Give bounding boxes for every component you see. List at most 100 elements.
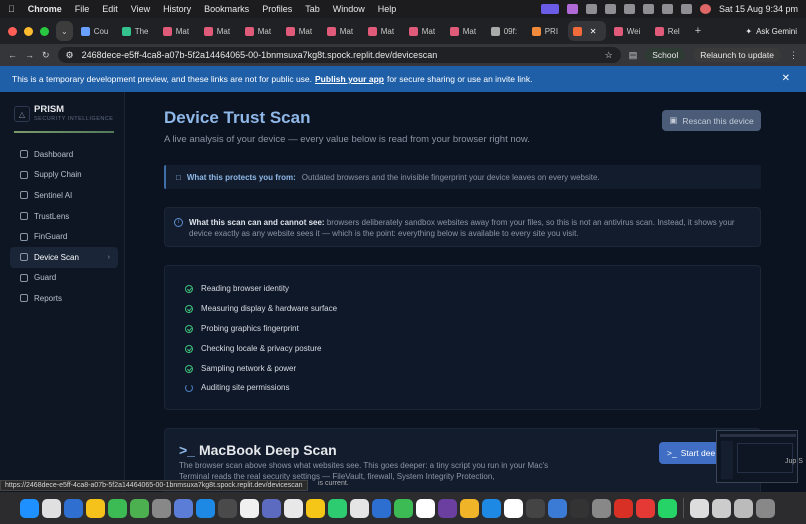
- screen-record-icon[interactable]: [540, 4, 559, 14]
- dock-app-icon[interactable]: [86, 498, 105, 518]
- profile-button[interactable]: School: [645, 48, 686, 62]
- menu-help[interactable]: Help: [378, 4, 397, 14]
- dock-app-icon[interactable]: [174, 498, 193, 518]
- tab-0[interactable]: Cou: [76, 21, 114, 41]
- menu-history[interactable]: History: [163, 4, 191, 14]
- apple-icon[interactable]: : [8, 4, 15, 14]
- play-icon[interactable]: [623, 4, 635, 14]
- forward-icon[interactable]: →: [25, 50, 34, 60]
- sync-icon[interactable]: [585, 4, 597, 14]
- tab-11[interactable]: PRI: [527, 21, 565, 41]
- tab-9[interactable]: Mat: [445, 21, 483, 41]
- dock-app-icon[interactable]: [350, 498, 369, 518]
- dock-app-icon[interactable]: [372, 498, 391, 518]
- dock-app-icon[interactable]: [64, 498, 83, 518]
- sidebar-item-finguard[interactable]: FinGuard: [10, 226, 118, 247]
- dock-app-icon[interactable]: [394, 498, 413, 518]
- tab-search-icon[interactable]: ⌄: [56, 21, 73, 41]
- dock-app-icon[interactable]: [438, 498, 457, 518]
- screenshot-thumbnail[interactable]: [716, 430, 798, 483]
- minimize-window-icon[interactable]: [24, 26, 33, 36]
- tab-3[interactable]: Mat: [199, 21, 237, 41]
- sidebar-item-device-scan[interactable]: Device Scan ›: [10, 246, 118, 268]
- tab-8[interactable]: Mat: [404, 21, 442, 41]
- app-status-icon[interactable]: [566, 4, 578, 14]
- site-info-icon[interactable]: ⚙: [66, 50, 74, 61]
- sidebar-item-sentinel-ai[interactable]: Sentinel AI: [10, 185, 118, 206]
- dock-app-icon[interactable]: [284, 498, 303, 518]
- sidebar-item-reports[interactable]: Reports: [10, 288, 118, 309]
- dock-app-icon[interactable]: [636, 498, 655, 518]
- control-center-icon[interactable]: [680, 4, 692, 14]
- dock-app-icon[interactable]: [306, 498, 325, 518]
- dock-app-icon[interactable]: [504, 498, 523, 518]
- dock-app-icon[interactable]: [20, 498, 39, 518]
- dock-app-icon[interactable]: [196, 498, 215, 518]
- tab-14[interactable]: Rel: [650, 21, 688, 41]
- extensions-icon[interactable]: ▤: [629, 50, 638, 61]
- sidebar-item-dashboard[interactable]: Dashboard: [10, 144, 118, 165]
- url-field[interactable]: ⚙ 2468dece-e5ff-4ca8-a07b-5f2a14464065-0…: [57, 47, 621, 63]
- publish-link[interactable]: Publish your app: [315, 74, 384, 84]
- dock-app-icon[interactable]: [108, 498, 127, 518]
- tab-5[interactable]: Mat: [281, 21, 319, 41]
- tab-4[interactable]: Mat: [240, 21, 278, 41]
- dock-app-icon[interactable]: [592, 498, 611, 518]
- dock-document-icon[interactable]: [756, 498, 775, 518]
- menu-tab[interactable]: Tab: [305, 4, 320, 14]
- tab-1[interactable]: The: [117, 21, 155, 41]
- dock-app-icon[interactable]: [570, 498, 589, 518]
- sidebar-item-guard[interactable]: Guard: [10, 268, 118, 289]
- back-icon[interactable]: ←: [8, 50, 17, 60]
- dock-app-icon[interactable]: [218, 498, 237, 518]
- tab-13[interactable]: Wei: [609, 21, 647, 41]
- wifi-icon[interactable]: [642, 4, 654, 14]
- dock-app-icon[interactable]: [152, 498, 171, 518]
- sidebar-item-trustlens[interactable]: TrustLens: [10, 206, 118, 227]
- reload-icon[interactable]: ↻: [42, 50, 50, 61]
- search-icon[interactable]: [661, 4, 673, 14]
- dock-app-icon[interactable]: [548, 498, 567, 518]
- menu-bookmarks[interactable]: Bookmarks: [204, 4, 249, 14]
- ask-gemini-button[interactable]: ✦ Ask Gemini: [740, 21, 802, 41]
- tab-6[interactable]: Mat: [322, 21, 360, 41]
- dock-app-icon[interactable]: [614, 498, 633, 518]
- dock-app-icon[interactable]: [460, 498, 479, 518]
- dock-app-icon[interactable]: [262, 498, 281, 518]
- maximize-window-icon[interactable]: [40, 26, 49, 36]
- dock-document-icon[interactable]: [712, 498, 731, 518]
- relaunch-button[interactable]: Relaunch to update: [693, 48, 781, 62]
- menu-view[interactable]: View: [131, 4, 150, 14]
- dock-document-icon[interactable]: [734, 498, 753, 518]
- new-tab-icon[interactable]: +: [695, 25, 701, 37]
- tab-10[interactable]: 09f:: [486, 21, 524, 41]
- bookmark-star-icon[interactable]: ☆: [605, 50, 613, 61]
- dock-app-icon[interactable]: [658, 498, 677, 518]
- start-deep-scan-button[interactable]: >_ Start dee: [659, 442, 721, 464]
- menu-file[interactable]: File: [75, 4, 90, 14]
- more-menu-icon[interactable]: ⋮: [789, 50, 798, 61]
- dock-document-icon[interactable]: [690, 498, 709, 518]
- dock-app-icon[interactable]: [328, 498, 347, 518]
- dock-app-icon[interactable]: [482, 498, 501, 518]
- close-window-icon[interactable]: [8, 26, 17, 36]
- dock-app-icon[interactable]: [240, 498, 259, 518]
- siri-icon[interactable]: [699, 4, 711, 14]
- battery-icon[interactable]: [604, 4, 616, 14]
- menu-window[interactable]: Window: [333, 4, 365, 14]
- tab-12[interactable]: ✕: [567, 21, 606, 41]
- menu-app-name[interactable]: Chrome: [28, 4, 62, 14]
- dock-app-icon[interactable]: [130, 498, 149, 518]
- tab-2[interactable]: Mat: [158, 21, 196, 41]
- rescan-button[interactable]: ▣ Rescan this device: [662, 110, 761, 131]
- close-banner-icon[interactable]: ✕: [782, 73, 790, 84]
- tab-7[interactable]: Mat: [363, 21, 401, 41]
- dock-app-icon[interactable]: [42, 498, 61, 518]
- menu-edit[interactable]: Edit: [102, 4, 118, 14]
- menu-profiles[interactable]: Profiles: [262, 4, 292, 14]
- sidebar-item-supply-chain[interactable]: Supply Chain: [10, 165, 118, 186]
- dock-app-icon[interactable]: [416, 498, 435, 518]
- close-tab-icon[interactable]: ✕: [590, 27, 597, 36]
- menu-clock[interactable]: Sat 15 Aug 9:34 pm: [719, 4, 798, 14]
- dock-app-icon[interactable]: [526, 498, 545, 518]
